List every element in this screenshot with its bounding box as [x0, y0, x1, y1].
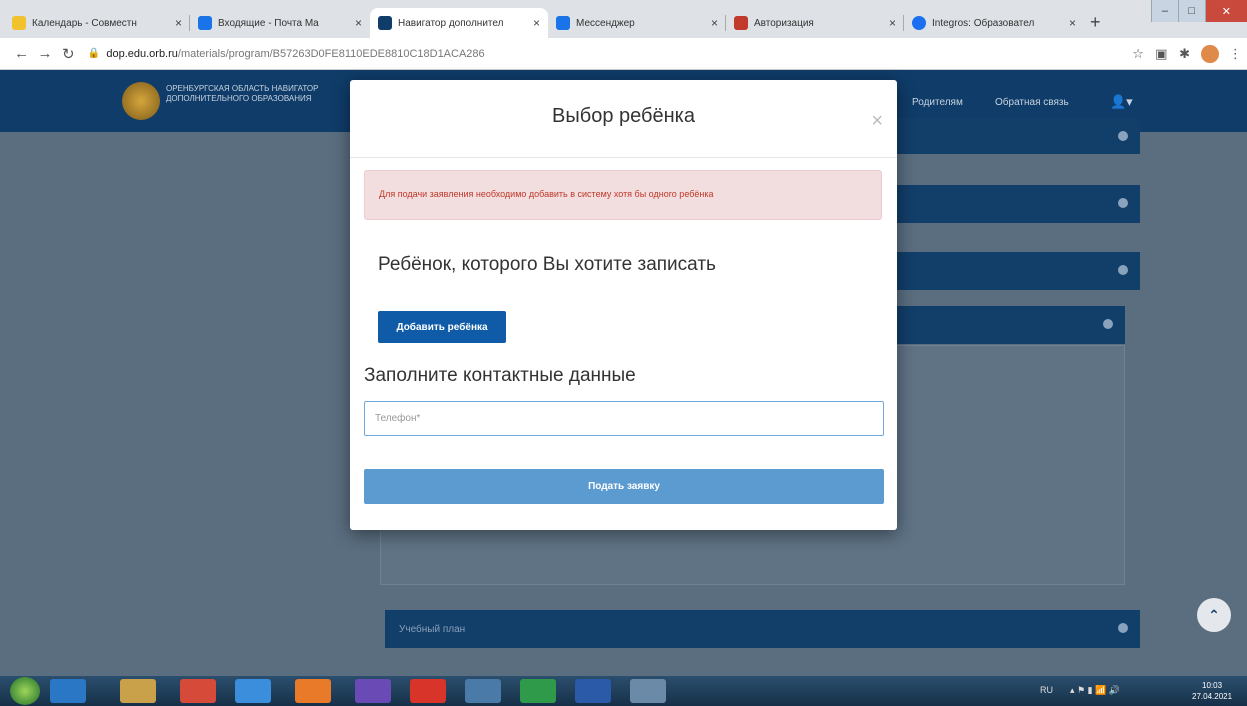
- modal-title: Выбор ребёнка: [552, 105, 695, 127]
- url-path: /materials/program/B57263D0FE8110EDE8810…: [177, 47, 485, 60]
- window-controls: – □ ✕: [1151, 0, 1247, 22]
- puzzle-icon[interactable]: ✱: [1173, 46, 1196, 62]
- address-bar[interactable]: 🔒 dop.edu.orb.ru/materials/program/B5726…: [88, 42, 1126, 66]
- app-icon[interactable]: [465, 679, 501, 703]
- accordion-panel[interactable]: [890, 185, 1140, 223]
- plus-icon: [1118, 198, 1128, 208]
- tab-messenger[interactable]: Мессенджер ×: [548, 8, 726, 38]
- alert-message: Для подачи заявления необходимо добавить…: [364, 170, 882, 220]
- close-icon[interactable]: ×: [711, 16, 718, 30]
- close-icon[interactable]: ×: [533, 16, 540, 30]
- tab-auth[interactable]: Авторизация ×: [726, 8, 904, 38]
- scroll-top-button[interactable]: ⌃: [1197, 598, 1231, 632]
- start-button[interactable]: [10, 677, 40, 705]
- site-icon: [378, 16, 392, 30]
- phone-input[interactable]: [364, 401, 884, 436]
- excel-icon[interactable]: [520, 679, 556, 703]
- tab-title: Мессенджер: [576, 17, 635, 29]
- media-icon[interactable]: [235, 679, 271, 703]
- reload-icon[interactable]: ↻: [57, 45, 80, 63]
- auth-icon: [734, 16, 748, 30]
- minimize-icon[interactable]: –: [1151, 0, 1178, 22]
- browser-tab-bar: Календарь - Совместн × Входящие - Почта …: [0, 0, 1247, 38]
- tab-title: Авторизация: [754, 17, 814, 29]
- browser-toolbar: ← → ↻ 🔒 dop.edu.orb.ru/materials/program…: [0, 38, 1247, 70]
- word-icon[interactable]: [575, 679, 611, 703]
- close-icon[interactable]: ×: [355, 16, 362, 30]
- close-icon[interactable]: ×: [1069, 16, 1076, 30]
- plus-icon: [1103, 319, 1113, 329]
- accordion-panel[interactable]: [890, 118, 1140, 154]
- tab-title: Integros: Образовател: [932, 17, 1035, 29]
- plus-icon: [1118, 265, 1128, 275]
- child-heading: Ребёнок, которого Вы хотите записать: [378, 254, 716, 275]
- firefox-icon[interactable]: [295, 679, 331, 703]
- lock-icon: 🔒: [87, 48, 101, 59]
- app-icon[interactable]: [630, 679, 666, 703]
- integros-icon: [912, 16, 926, 30]
- accordion-panel-curriculum[interactable]: Учебный план: [385, 610, 1140, 648]
- close-icon[interactable]: ×: [175, 16, 182, 30]
- logo-text[interactable]: Оренбургская область навигатор дополните…: [166, 84, 346, 104]
- window-close-icon[interactable]: ✕: [1204, 0, 1247, 22]
- tray-icons[interactable]: ▴ ⚑ ▮ 📶 🔊: [1070, 685, 1120, 696]
- nav-parents[interactable]: Родителям: [912, 97, 963, 108]
- language-indicator[interactable]: RU: [1040, 685, 1053, 695]
- extension-icon[interactable]: ▣: [1150, 46, 1173, 62]
- plus-icon: [1118, 131, 1128, 141]
- tab-navigator[interactable]: Навигатор дополнител ×: [370, 8, 548, 38]
- tab-title: Навигатор дополнител: [398, 17, 504, 29]
- mail-icon: [198, 16, 212, 30]
- star-icon[interactable]: ☆: [1126, 46, 1149, 62]
- tab-integros[interactable]: Integros: Образовател ×: [904, 8, 1084, 38]
- user-icon[interactable]: 👤▾: [1110, 94, 1133, 110]
- yandex-icon[interactable]: [410, 679, 446, 703]
- new-tab-icon[interactable]: +: [1090, 12, 1101, 33]
- windows-taskbar: RU ▴ ⚑ ▮ 📶 🔊 10:03 27.04.2021: [0, 676, 1247, 706]
- plus-icon: [1118, 623, 1128, 633]
- tab-title: Календарь - Совместн: [32, 17, 137, 29]
- forward-icon[interactable]: →: [33, 45, 56, 62]
- tab-title: Входящие - Почта Ma: [218, 17, 319, 29]
- child-select-modal: Выбор ребёнка × Для подачи заявления нео…: [350, 80, 897, 530]
- clock-date: 27.04.2021: [1192, 692, 1233, 701]
- ie-icon[interactable]: [50, 679, 86, 703]
- maximize-icon[interactable]: □: [1177, 0, 1205, 22]
- nav-feedback[interactable]: Обратная связь: [995, 97, 1069, 108]
- panel-label: Учебный план: [399, 624, 466, 635]
- clock-time: 10:03: [1202, 681, 1223, 690]
- accordion-panel[interactable]: [890, 306, 1125, 344]
- tab-calendar[interactable]: Календарь - Совместн ×: [4, 8, 190, 38]
- calendar-icon: [12, 16, 26, 30]
- system-clock[interactable]: 10:03 27.04.2021: [1192, 680, 1232, 702]
- contacts-heading: Заполните контактные данные: [364, 365, 636, 386]
- accordion-panel[interactable]: [890, 252, 1140, 290]
- viber-icon[interactable]: [355, 679, 391, 703]
- close-icon[interactable]: ×: [871, 110, 883, 133]
- messenger-icon: [556, 16, 570, 30]
- logo-icon[interactable]: [122, 82, 160, 120]
- explorer-icon[interactable]: [120, 679, 156, 703]
- menu-icon[interactable]: ⋮: [1224, 46, 1247, 62]
- modal-header: Выбор ребёнка ×: [350, 80, 897, 158]
- url-host: dop.edu.orb.ru: [106, 47, 178, 60]
- tab-mail[interactable]: Входящие - Почта Ma ×: [190, 8, 370, 38]
- chrome-icon[interactable]: [180, 679, 216, 703]
- submit-application-button[interactable]: Подать заявку: [364, 469, 884, 504]
- close-icon[interactable]: ×: [889, 16, 896, 30]
- profile-avatar[interactable]: [1201, 44, 1219, 63]
- back-icon[interactable]: ←: [10, 45, 33, 62]
- add-child-button[interactable]: Добавить ребёнка: [378, 311, 506, 343]
